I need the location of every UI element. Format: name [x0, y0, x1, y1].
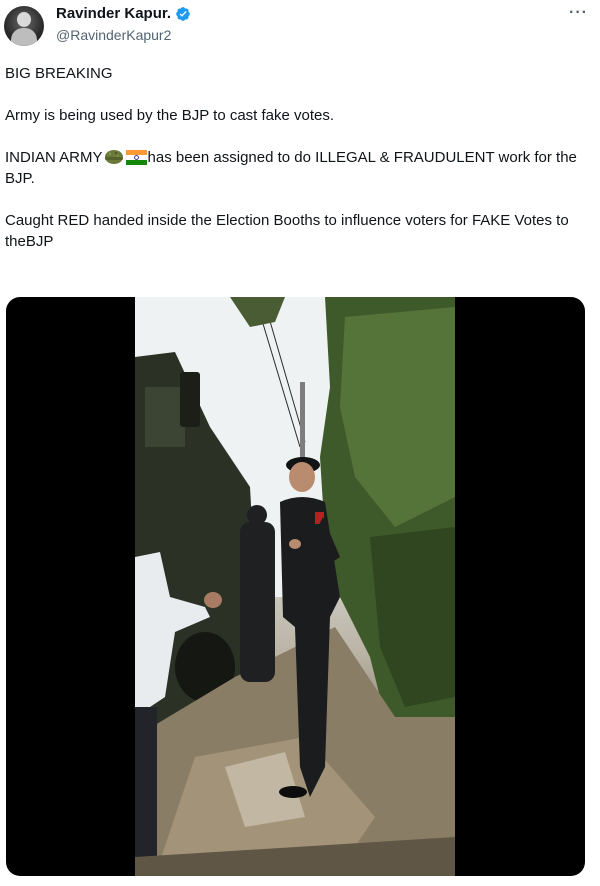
avatar[interactable] — [4, 6, 44, 46]
tweet-paragraph: Caught RED handed inside the Election Bo… — [5, 212, 569, 250]
more-options-icon[interactable]: ··· — [569, 4, 588, 22]
india-flag-emoji-icon — [125, 150, 147, 165]
avatar-body — [11, 28, 37, 46]
author-display-name[interactable]: Ravinder Kapur. — [56, 5, 171, 22]
army-helmet-emoji-icon — [104, 150, 123, 164]
tweet-text: BIG BREAKING Army is being used by the B… — [5, 63, 590, 252]
author-handle[interactable]: @RavinderKapur2 — [56, 27, 171, 43]
tweet-header: Ravinder Kapur. @RavinderKapur2 ··· — [0, 0, 600, 56]
video-frame — [135, 297, 455, 876]
tweet-paragraph: INDIAN ARMY has been assigned to do ILLE… — [5, 147, 590, 189]
author-name-row: Ravinder Kapur. — [56, 5, 191, 22]
avatar-head — [17, 12, 31, 27]
tweet-paragraph: BIG BREAKING — [5, 65, 113, 82]
verified-badge-icon — [176, 6, 190, 21]
video-scene-illustration — [135, 297, 455, 876]
tweet-paragraph: Army is being used by the BJP to cast fa… — [5, 107, 335, 124]
media-video[interactable] — [6, 297, 585, 876]
tweet-text-segment: INDIAN ARMY — [5, 149, 103, 166]
